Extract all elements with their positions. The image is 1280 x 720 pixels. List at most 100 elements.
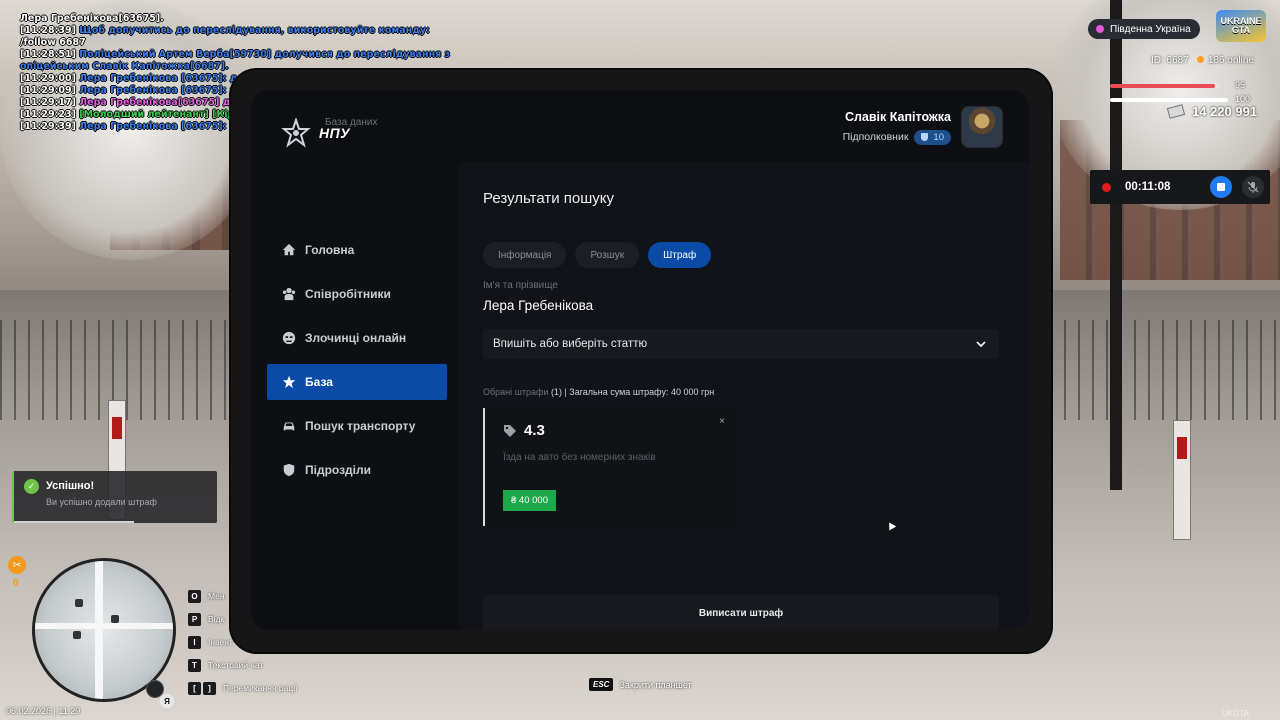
- health-bar: [1110, 84, 1220, 88]
- chat-timestamp: [11:29:09]: [20, 85, 76, 96]
- watermark: UKGTA: [1222, 709, 1249, 718]
- date-time: 06.02.2026 | 11:29: [6, 706, 81, 716]
- sidebar-item-label: Головна: [305, 243, 355, 257]
- chat-line: [11:28:51] Поліцейський Артем Верба[5973…: [20, 49, 466, 61]
- server-name: Південна Україна: [1110, 23, 1191, 35]
- mic-off-icon: [1247, 181, 1259, 193]
- article-select[interactable]: Впишіть або виберіть статтю: [483, 329, 999, 359]
- sidebar-item-database[interactable]: База: [267, 364, 447, 400]
- chat-message: опіцейським Славік Капітожка[6687].: [20, 61, 229, 72]
- hotkey-text-chat: T Текстовий чат: [188, 658, 297, 672]
- star-icon: [281, 374, 297, 390]
- remove-fine-button[interactable]: ×: [719, 416, 725, 427]
- criminal-icon: [281, 330, 297, 346]
- key-cap: ]: [203, 681, 216, 695]
- chat-message: Поліцейський Артем Верба[59730] долучивс…: [79, 49, 451, 60]
- player-id-online: ID: 6687 186 online: [1151, 55, 1254, 66]
- minimap-player-badge: Я: [160, 694, 174, 708]
- tab-wanted[interactable]: Розшук: [575, 242, 640, 268]
- money-amount: 14 220 991: [1192, 104, 1258, 119]
- armor-value: 100: [1235, 94, 1251, 104]
- fine-amount-badge: ₴ 40 000: [503, 490, 556, 511]
- hotkey-label: Інвент: [208, 637, 233, 647]
- rank-level-badge: 10: [914, 129, 951, 145]
- issue-fine-button[interactable]: Виписати штраф: [483, 595, 999, 630]
- chat-message: Щоб допучитись до переслідування, викори…: [79, 25, 430, 36]
- key-cap: T: [188, 658, 201, 672]
- sidebar-item-home[interactable]: Головна: [267, 232, 447, 268]
- chat-timestamp: [11:29:23]: [20, 109, 76, 120]
- server-badge: Південна Україна: [1088, 19, 1200, 39]
- chat-timestamp: [11:29:17]: [20, 97, 76, 108]
- health-fill: [1110, 84, 1215, 88]
- fence: [1050, 320, 1280, 420]
- chat-message: Лера Гребенікова[63675].: [20, 13, 164, 24]
- tab-fine[interactable]: Штраф: [648, 242, 712, 268]
- summary-total: (1) | Загальна сума штрафу: 40 000 грн: [550, 387, 715, 397]
- key-cap: O: [188, 589, 201, 603]
- hotkey-radio-switch: [] Перемикання рації: [188, 681, 297, 695]
- hotkey-hints: O Мен P Відк I Інвент T Текстовий чат [] Пере…: [188, 589, 297, 704]
- recording-time: 00:11:08: [1125, 181, 1171, 193]
- sidebar-item-units[interactable]: Підрозділи: [267, 452, 447, 488]
- cash-icon: [1166, 104, 1186, 119]
- online-dot-icon: [1196, 56, 1204, 63]
- car-icon: [281, 418, 297, 434]
- sidebar-item-criminals-online[interactable]: Злочинці онлайн: [267, 320, 447, 356]
- user-name: Славік Капітожка: [844, 109, 951, 124]
- fine-article-code: 4.3: [524, 422, 545, 439]
- close-tablet-label: Закрити планшет: [619, 679, 692, 690]
- hotkey-label: Відк: [208, 614, 225, 624]
- avatar: [961, 106, 1003, 148]
- user-rank: Підполковник: [842, 131, 909, 143]
- user-profile: Славік Капітожка Підполковник 10: [843, 106, 1003, 148]
- pole: [1110, 0, 1122, 490]
- hotkey-menu: O Мен: [188, 589, 297, 603]
- sidebar-item-label: Співробітники: [305, 287, 391, 301]
- summary-prefix: Обрані штрафи: [483, 387, 549, 397]
- mute-mic-button[interactable]: [1242, 176, 1264, 198]
- hotkey-inventory: I Інвент: [188, 635, 297, 649]
- stop-recording-button[interactable]: [1210, 176, 1232, 198]
- sidebar-item-employees[interactable]: Співробітники: [267, 276, 447, 312]
- sidebar-item-label: База: [305, 375, 333, 389]
- notification-title: Успішно!: [46, 480, 95, 492]
- hotkey-label: Мен: [208, 591, 225, 601]
- chat-line: Лера Гребенікова[63675].: [20, 13, 466, 25]
- page-title: Результати пошуку: [483, 190, 614, 207]
- hotkey-label: Перемикання рації: [223, 683, 298, 693]
- fines-summary: Обрані штрафи (1) | Загальна сума штрафу…: [483, 387, 714, 397]
- chat-timestamp: [11:29:39]: [20, 121, 76, 132]
- close-tablet-hint: ESC Закрити планшет: [589, 678, 692, 691]
- armor-bar: [1110, 98, 1228, 102]
- shield-icon: [281, 462, 297, 478]
- stop-icon: [1217, 183, 1225, 191]
- police-star-icon: [281, 118, 311, 148]
- sidebar-item-label: Злочинці онлайн: [305, 331, 407, 345]
- map-blip-icon: [75, 599, 83, 607]
- chevron-down-icon: [976, 341, 986, 348]
- record-dot-icon: [1102, 182, 1111, 192]
- road-post: [1173, 420, 1191, 540]
- chat-line: /follow 6687: [20, 37, 466, 49]
- sidebar-item-label: Пошук транспорту: [305, 419, 416, 433]
- map-blip-icon: [73, 631, 81, 639]
- weapon-icon: ✂: [8, 556, 26, 574]
- chat-message: /follow 6687: [20, 37, 86, 48]
- selected-fine-card: × 4.3 Їзда на авто без номерних знаків ₴…: [483, 408, 733, 526]
- map-road: [35, 623, 173, 629]
- esc-key[interactable]: ESC: [589, 678, 614, 691]
- chat-timestamp: [11:29:00]: [20, 73, 76, 84]
- rank-level: 10: [933, 131, 944, 143]
- sidebar-item-vehicle-search[interactable]: Пошук транспорту: [267, 408, 447, 444]
- key-cap: P: [188, 612, 201, 626]
- police-tablet: База даних НПУ Головна Співробітники Зло…: [229, 68, 1053, 654]
- notification-progress: [14, 521, 134, 523]
- health-value: 95: [1235, 80, 1246, 90]
- server-dot-icon: [1096, 25, 1104, 33]
- success-notification: ✓ Успішно! Ви успішно додали штраф: [12, 471, 217, 523]
- map-blip-icon: [111, 615, 119, 623]
- tab-information[interactable]: Інформація: [483, 242, 567, 268]
- search-results-panel: Результати пошуку Інформація Розшук Штра…: [459, 162, 1029, 630]
- player-id: ID: 6687: [1151, 55, 1189, 66]
